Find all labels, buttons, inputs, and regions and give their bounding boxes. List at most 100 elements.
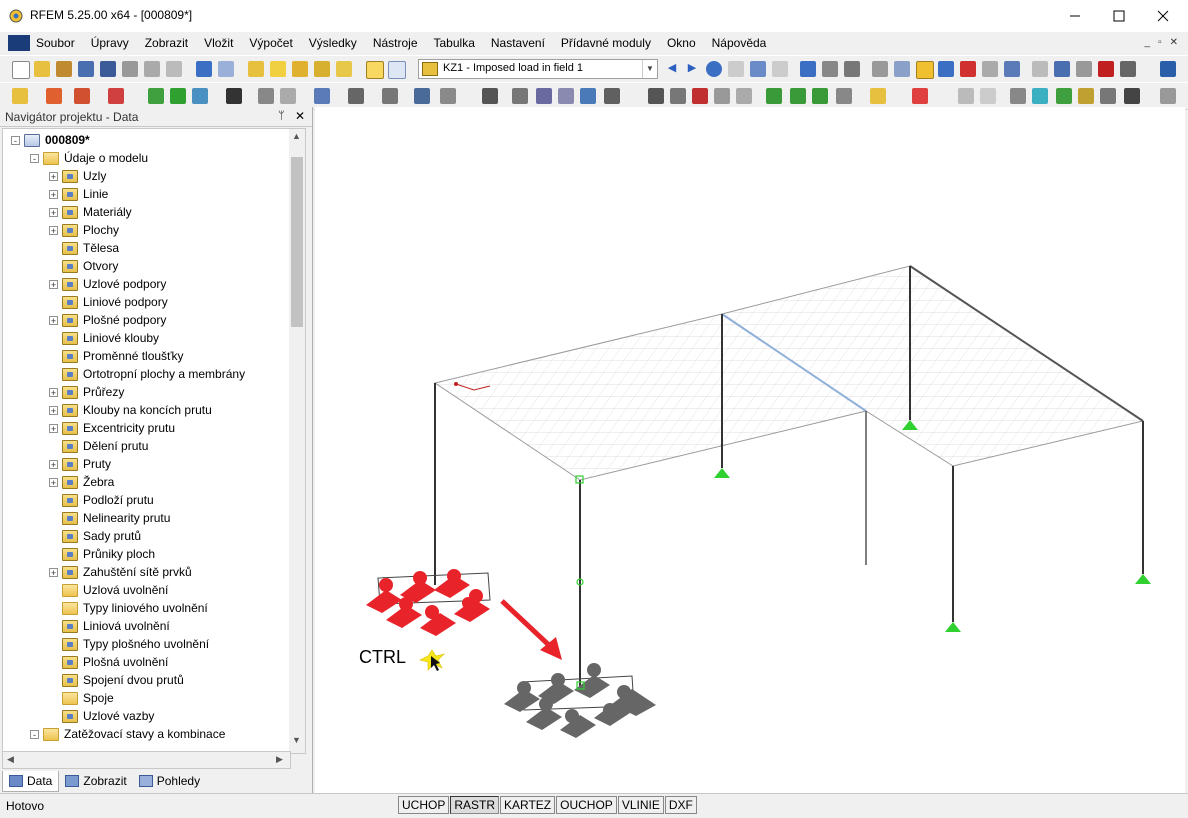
intersect-icon[interactable] xyxy=(670,88,686,104)
navigator-tree[interactable]: -000809* - Údaje o modelu + Uzly + Linie + Mater… xyxy=(2,128,291,752)
units-icon[interactable] xyxy=(772,61,788,77)
toggle-kartez[interactable]: KARTEZ xyxy=(500,796,556,814)
tab-pohledy[interactable]: Pohledy xyxy=(133,771,206,791)
table-view-icon[interactable] xyxy=(1124,88,1140,104)
check-icon[interactable] xyxy=(912,88,928,104)
surface-support-icon[interactable] xyxy=(192,88,208,104)
model-viewport[interactable]: CTRL xyxy=(315,107,1185,793)
tree-item[interactable]: - 000809* xyxy=(11,131,90,149)
tree-item[interactable]: Sady prutů xyxy=(49,527,141,545)
toggle-dxf[interactable]: DXF xyxy=(664,796,697,814)
support-icon[interactable] xyxy=(1135,574,1151,584)
merge-icon[interactable] xyxy=(714,88,730,104)
collapse-icon[interactable]: - xyxy=(30,153,39,163)
save-icon[interactable] xyxy=(100,61,116,77)
local-axis-icon[interactable] xyxy=(836,88,852,104)
menu-okno[interactable]: Okno xyxy=(667,36,696,50)
menu-nastroje[interactable]: Nástroje xyxy=(373,36,418,50)
tree-item[interactable]: Spoje xyxy=(49,689,114,707)
export-icon[interactable] xyxy=(1160,61,1176,77)
tree-item[interactable]: + Plochy xyxy=(49,221,119,239)
tree-item[interactable]: + Klouby na koncích prutu xyxy=(49,401,212,419)
next-icon[interactable]: ▶ xyxy=(684,61,700,77)
menu-tabulka[interactable]: Tabulka xyxy=(434,36,475,50)
scroll-left-icon[interactable]: ◀ xyxy=(7,754,14,765)
support-icon[interactable] xyxy=(945,622,961,632)
perspective-icon[interactable] xyxy=(1076,61,1092,77)
expand-icon[interactable]: + xyxy=(49,207,58,217)
expand-icon[interactable]: + xyxy=(49,387,58,397)
print-graphic-icon[interactable] xyxy=(144,61,160,77)
tree-item[interactable]: + Linie xyxy=(49,185,108,203)
expand-icon[interactable]: + xyxy=(49,477,58,487)
select-icon[interactable] xyxy=(314,61,330,77)
extrude-icon[interactable] xyxy=(736,88,752,104)
mdi-minimize-button[interactable]: _ xyxy=(1145,37,1151,48)
edit-icon[interactable] xyxy=(248,61,264,77)
more-tools-icon[interactable] xyxy=(1160,88,1176,104)
selected-support-group[interactable] xyxy=(366,569,491,636)
solid-icon[interactable] xyxy=(348,88,364,104)
visibility-icon[interactable] xyxy=(1056,88,1072,104)
expand-icon[interactable]: + xyxy=(49,225,58,235)
section-icon[interactable] xyxy=(440,88,456,104)
view-x-icon[interactable] xyxy=(938,61,954,77)
search-icon[interactable] xyxy=(270,61,286,77)
tab-data[interactable]: Data xyxy=(2,770,60,792)
tree-item[interactable]: + Pruty xyxy=(49,455,111,473)
node-icon[interactable] xyxy=(12,88,28,104)
measure-icon[interactable] xyxy=(1032,61,1048,77)
view-icon[interactable] xyxy=(894,61,910,77)
view-z-icon[interactable] xyxy=(982,61,998,77)
minimize-button[interactable] xyxy=(1052,0,1098,32)
toggle-rastr[interactable]: RASTR xyxy=(450,796,500,814)
copy-icon[interactable] xyxy=(336,61,352,77)
navigator-icon[interactable] xyxy=(366,61,384,79)
values-icon[interactable] xyxy=(728,61,744,77)
tab-zobrazit[interactable]: Zobrazit xyxy=(59,771,132,791)
results-icon[interactable] xyxy=(706,61,722,77)
tree-item[interactable]: Nelinearity prutu xyxy=(49,509,170,527)
copy-move-icon[interactable] xyxy=(512,88,528,104)
maximize-button[interactable] xyxy=(1096,0,1142,32)
clipping-plane-icon[interactable] xyxy=(1032,88,1048,104)
vertical-scrollbar[interactable]: ▲ ▼ xyxy=(289,128,306,754)
project-icon[interactable] xyxy=(604,88,620,104)
tree-item[interactable]: Typy plošného uvolnění xyxy=(49,635,209,653)
tree-item[interactable]: - Zatěžovací stavy a kombinace xyxy=(30,725,225,743)
calculate-all-icon[interactable] xyxy=(844,61,860,77)
mdi-restore-button[interactable]: ▫ xyxy=(1158,37,1162,48)
connect-icon[interactable] xyxy=(648,88,664,104)
member-icon[interactable] xyxy=(108,88,124,104)
tree-item[interactable]: Typy liniového uvolnění xyxy=(49,599,208,617)
tree-item[interactable]: + Plošné podpory xyxy=(49,311,166,329)
polyline-icon[interactable] xyxy=(74,88,90,104)
scroll-up-icon[interactable]: ▲ xyxy=(292,131,301,141)
chevron-down-icon[interactable]: ▼ xyxy=(642,60,657,78)
expand-icon[interactable]: + xyxy=(49,423,58,433)
menu-vysledky[interactable]: Výsledky xyxy=(309,36,357,50)
menu-nastaveni[interactable]: Nastavení xyxy=(491,36,545,50)
model-check-icon[interactable] xyxy=(800,61,816,77)
line-icon[interactable] xyxy=(46,88,62,104)
calculate-icon[interactable] xyxy=(822,61,838,77)
navigator-close-button[interactable]: ✕ xyxy=(295,109,305,123)
toggle-ouchop[interactable]: OUCHOP xyxy=(556,796,617,814)
delete-icon[interactable] xyxy=(1098,61,1114,77)
dimension-icon[interactable] xyxy=(258,88,274,104)
tree-item[interactable]: Tělesa xyxy=(49,239,119,257)
tree-item[interactable]: Podloží prutu xyxy=(49,491,154,509)
scale-icon[interactable] xyxy=(580,88,596,104)
mirror-icon[interactable] xyxy=(558,88,574,104)
previous-icon[interactable]: ◀ xyxy=(664,61,680,77)
load-case-select[interactable]: KZ1 - Imposed load in field 1 ▼ xyxy=(418,59,658,79)
load-icon[interactable] xyxy=(226,88,242,104)
axis-z-icon[interactable] xyxy=(812,88,828,104)
printout-report-icon[interactable] xyxy=(166,61,182,77)
tree-item[interactable]: + Uzlové podpory xyxy=(49,275,166,293)
undo-icon[interactable] xyxy=(196,61,212,77)
support-icon[interactable] xyxy=(714,468,730,478)
scroll-thumb[interactable] xyxy=(291,157,303,327)
comment-icon[interactable] xyxy=(1100,88,1116,104)
print-icon[interactable] xyxy=(122,61,138,77)
